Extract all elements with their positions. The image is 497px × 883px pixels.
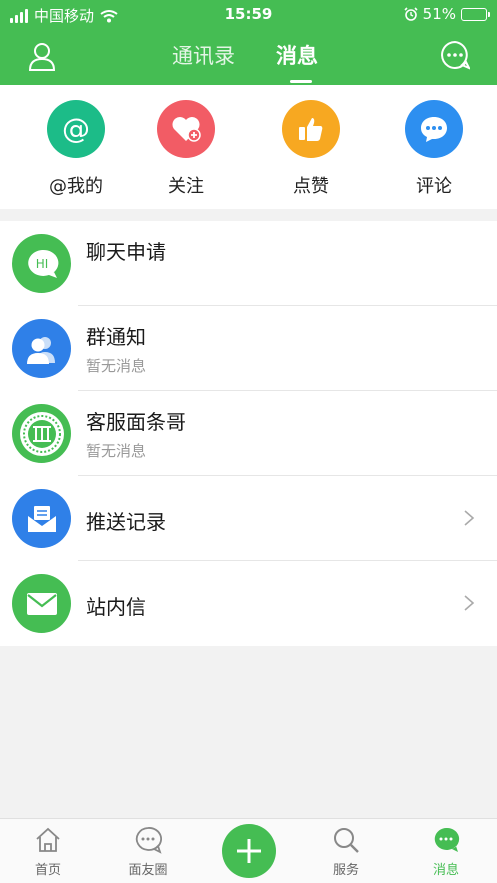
heart-plus-icon bbox=[157, 100, 215, 158]
plus-icon bbox=[237, 839, 261, 863]
quick-action-mentions[interactable]: @ @我的 bbox=[26, 100, 126, 198]
service-emblem-icon bbox=[12, 404, 71, 463]
home-icon bbox=[36, 827, 60, 852]
list-item-title: 聊天申请 bbox=[86, 240, 166, 264]
active-tab-indicator bbox=[290, 80, 312, 83]
quick-action-label: 点赞 bbox=[293, 176, 329, 197]
list-item-customer-service[interactable]: 客服面条哥 暂无消息 bbox=[0, 391, 497, 476]
chat-bubble-icon[interactable] bbox=[440, 40, 470, 70]
tab-services[interactable]: 服务 bbox=[306, 825, 386, 878]
list-item-title: 站内信 bbox=[86, 595, 146, 619]
hi-avatar-text: HI bbox=[35, 257, 48, 271]
quick-actions: @ @我的 关注 点赞 评论 bbox=[0, 85, 497, 209]
chat-dots-icon bbox=[135, 827, 162, 854]
tab-label: 面友圈 bbox=[128, 863, 168, 878]
message-bubble-icon bbox=[434, 827, 460, 852]
tab-label: 消息 bbox=[432, 863, 459, 878]
list-item-title: 客服面条哥 bbox=[86, 410, 186, 434]
tab-home[interactable]: 首页 bbox=[8, 825, 88, 878]
add-button[interactable] bbox=[222, 824, 276, 878]
list-item-title: 群通知 bbox=[86, 325, 146, 349]
quick-action-comments[interactable]: 评论 bbox=[384, 100, 484, 198]
bottom-tab-bar: 首页 面友圈 服务 消息 bbox=[0, 818, 497, 883]
at-icon: @ bbox=[47, 100, 105, 158]
battery-icon bbox=[461, 7, 490, 21]
tab-contacts[interactable]: 通讯录 bbox=[172, 40, 235, 70]
list-item-group-notice[interactable]: 群通知 暂无消息 bbox=[0, 306, 497, 391]
search-icon bbox=[334, 828, 359, 853]
chevron-right-icon bbox=[464, 510, 475, 526]
quick-action-label: 关注 bbox=[168, 176, 204, 197]
status-right: 51% bbox=[404, 5, 490, 23]
quick-action-label: 评论 bbox=[416, 176, 452, 197]
list-item-subtitle: 暂无消息 bbox=[86, 357, 147, 375]
hi-bubble-icon: HI bbox=[12, 234, 71, 293]
list-item-push-records[interactable]: 推送记录 bbox=[0, 476, 497, 561]
comment-icon bbox=[405, 100, 463, 158]
chevron-right-icon bbox=[464, 595, 475, 611]
status-bar: 中国移动 15:59 51% bbox=[0, 0, 497, 30]
envelope-icon bbox=[12, 574, 71, 633]
tab-moments[interactable]: 面友圈 bbox=[108, 825, 188, 878]
inbox-document-icon bbox=[12, 489, 71, 548]
quick-action-label: @我的 bbox=[49, 176, 103, 197]
conversation-list: HI 聊天申请 群通知 暂无消息 客服面条哥 暂无消息 推送记录 站内信 bbox=[0, 221, 497, 646]
list-item-site-mail[interactable]: 站内信 bbox=[0, 561, 497, 646]
tab-label: 首页 bbox=[34, 863, 61, 878]
group-users-icon bbox=[12, 319, 71, 378]
list-item-title: 推送记录 bbox=[86, 510, 166, 534]
svg-text:@: @ bbox=[62, 113, 90, 145]
tab-label: 服务 bbox=[332, 863, 359, 878]
battery-percent: 51% bbox=[422, 5, 456, 23]
top-nav: 通讯录 消息 bbox=[0, 30, 497, 85]
header: 中国移动 15:59 51% 通讯录 消息 bbox=[0, 0, 497, 85]
alarm-icon bbox=[404, 7, 418, 21]
quick-action-likes[interactable]: 点赞 bbox=[261, 100, 361, 198]
tab-messages[interactable]: 消息 bbox=[276, 40, 318, 70]
list-item-subtitle: 暂无消息 bbox=[86, 442, 147, 460]
thumbs-up-icon bbox=[282, 100, 340, 158]
quick-action-follow[interactable]: 关注 bbox=[136, 100, 236, 198]
user-icon[interactable] bbox=[28, 41, 56, 71]
tab-messages-bottom[interactable]: 消息 bbox=[406, 825, 486, 878]
list-item-chat-request[interactable]: HI 聊天申请 bbox=[0, 221, 497, 306]
